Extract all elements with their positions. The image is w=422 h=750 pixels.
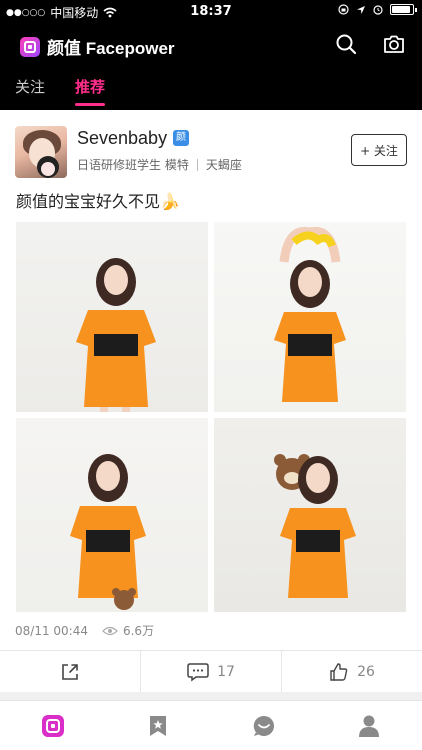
camera-icon[interactable]: [382, 32, 406, 56]
search-icon[interactable]: [334, 32, 358, 56]
verified-badge: 颜: [173, 130, 189, 146]
comment-count: 17: [217, 663, 235, 680]
user-meta: 日语研修班学生 模特 天蝎座: [77, 156, 242, 173]
nav-profile[interactable]: [317, 701, 422, 750]
like-count: 26: [357, 663, 375, 680]
photo-orange-dress-4[interactable]: [214, 418, 406, 612]
feed-tabs: 关注 推荐: [0, 76, 120, 106]
view-count: 6.6万: [102, 622, 154, 639]
view-count-value: 6.6万: [122, 624, 155, 638]
bookmark-icon: [150, 715, 167, 736]
brand: 颜值 Facepower: [20, 34, 175, 59]
username[interactable]: Sevenbaby: [77, 128, 167, 149]
battery-level: [392, 6, 411, 13]
app-title: 颜值 Facepower: [47, 39, 175, 58]
nav-home[interactable]: [0, 701, 106, 750]
nav-messages[interactable]: [211, 701, 317, 750]
status-right: [338, 4, 417, 15]
home-icon: [41, 714, 64, 737]
profile-icon: [359, 715, 380, 737]
user-tags: 日语研修班学生 模特: [77, 158, 189, 172]
follow-button[interactable]: + 关注: [351, 134, 407, 166]
nav-bookmarks[interactable]: [106, 701, 212, 750]
tab-following[interactable]: 关注: [15, 76, 45, 106]
post-action-bar: 17 26: [0, 650, 422, 692]
alarm-icon: [373, 5, 383, 15]
eye-icon: [102, 626, 118, 635]
rotation-lock-icon: [338, 4, 349, 15]
section-divider: [0, 692, 422, 700]
avatar[interactable]: [15, 126, 67, 178]
photo-orange-dress-1[interactable]: [16, 222, 208, 412]
app-header: 颜值 Facepower 关注 推荐: [0, 24, 422, 110]
tab-recommended[interactable]: 推荐: [75, 76, 106, 106]
messages-icon: [253, 715, 274, 736]
share-button[interactable]: [0, 651, 141, 692]
status-bar: ●●○○○ 中国移动 18:37: [0, 0, 422, 24]
bottom-navigation: [0, 700, 422, 750]
like-button[interactable]: 26: [282, 651, 422, 692]
meta-divider: [196, 158, 198, 171]
post-caption: 颜值的宝宝好久不见🍌: [16, 192, 180, 211]
facepower-logo-icon: [20, 36, 40, 57]
photo-orange-dress-3[interactable]: [16, 418, 208, 612]
post-timestamp: 08/11 00:44: [15, 623, 88, 638]
thumbs-up-icon: [330, 662, 348, 681]
battery-icon: [390, 4, 417, 15]
user-zodiac: 天蝎座: [205, 158, 242, 172]
photo-orange-dress-2[interactable]: [214, 222, 406, 412]
location-icon: [357, 5, 365, 14]
share-icon: [62, 663, 78, 680]
post-stats: 08/11 00:44 6.6万: [15, 622, 154, 639]
comment-button[interactable]: 17: [141, 651, 282, 692]
comment-icon: [187, 662, 209, 681]
